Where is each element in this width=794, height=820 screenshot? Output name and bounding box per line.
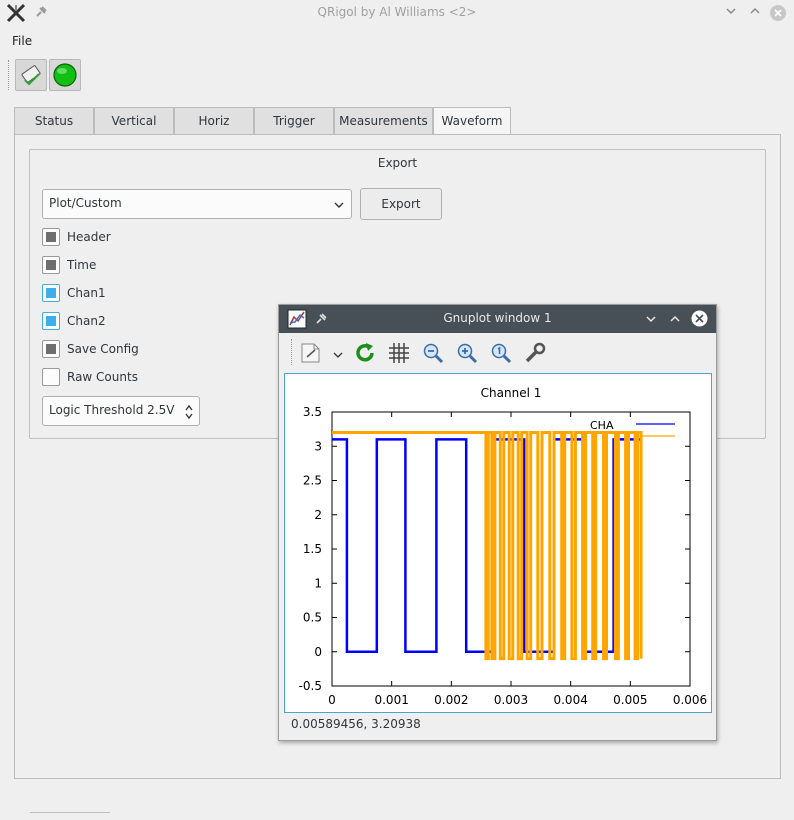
spin-arrows-icon[interactable] (184, 403, 194, 424)
gnuplot-titlebar[interactable]: Gnuplot window 1 (279, 305, 716, 333)
maximize-button[interactable] (746, 4, 764, 22)
y-tick-label: 0 (314, 645, 322, 659)
zoom-out-icon[interactable] (421, 341, 445, 368)
gnuplot-plot-area[interactable]: Channel 1 -0.5 0 0.5 1 1.5 2 2.5 3 3.5 0 0.001 0.002… (284, 373, 712, 713)
toolbar-handle[interactable] (291, 339, 294, 365)
gnuplot-toolbar (279, 333, 716, 373)
eraser-icon (21, 65, 41, 86)
export-format-value: Plot/Custom (49, 196, 122, 210)
export-group-title: Export (377, 156, 418, 170)
status-led-button[interactable] (49, 59, 81, 91)
gnuplot-close-button[interactable] (690, 309, 709, 331)
tab-horiz[interactable]: Horiz (174, 107, 254, 134)
settings-wrench-icon[interactable] (523, 341, 547, 368)
main-toolbar (0, 58, 794, 94)
x-tick-label: 0.006 (673, 693, 707, 707)
save-config-checkbox[interactable] (42, 340, 60, 358)
time-checkbox-label: Time (67, 258, 97, 272)
raw-counts-checkbox-label: Raw Counts (67, 370, 138, 384)
gnuplot-window[interactable]: Gnuplot window 1 Channel 1 -0.5 0 0.5 1 … (278, 304, 717, 741)
y-tick-label: 1.5 (303, 542, 322, 556)
chan2-checkbox[interactable] (42, 312, 60, 330)
x-tick-label: 0.004 (553, 693, 587, 707)
bottom-edge-fragment (30, 812, 110, 820)
y-tick-label: 2.5 (303, 474, 322, 488)
x-tick-label: 0 (328, 693, 336, 707)
window-title: QRigol by Al Williams <2> (317, 5, 477, 19)
minimize-button[interactable] (722, 4, 740, 22)
connect-button[interactable] (15, 59, 47, 91)
channel-chart: Channel 1 -0.5 0 0.5 1 1.5 2 2.5 3 3.5 0 0.001 0.002… (299, 386, 708, 707)
gnuplot-minimize-button[interactable] (645, 313, 657, 328)
logic-threshold-spinbox[interactable]: Logic Threshold 2.5V (42, 396, 200, 426)
gnuplot-status-coords: 0.00589456, 3.20938 (291, 717, 421, 731)
time-checkbox[interactable] (42, 256, 60, 274)
x-tick-label: 0.002 (434, 693, 468, 707)
y-tick-label: 3.5 (303, 405, 322, 419)
replot-icon[interactable] (353, 341, 377, 368)
raw-counts-checkbox[interactable] (42, 368, 60, 386)
series-line-1 (332, 431, 643, 661)
save-config-checkbox-label: Save Config (67, 342, 139, 356)
grid-icon[interactable] (387, 341, 411, 368)
menu-file[interactable]: File (12, 34, 32, 48)
legend-label-0: CHA (590, 419, 614, 432)
x-tick-label: 0.001 (374, 693, 408, 707)
export-button[interactable]: Export (360, 188, 442, 220)
menubar: File (0, 30, 794, 52)
chart-title: Channel 1 (481, 386, 542, 400)
green-led-icon (53, 63, 77, 87)
y-tick-label: 2 (314, 508, 322, 522)
chan1-checkbox-label: Chan1 (67, 286, 106, 300)
y-tick-label: 0.5 (303, 611, 322, 625)
tab-vertical[interactable]: Vertical (94, 107, 174, 134)
x-tick-label: 0.003 (494, 693, 528, 707)
y-tick-label: -0.5 (299, 679, 322, 693)
export-menu-icon[interactable] (299, 341, 325, 368)
chevron-down-icon (333, 199, 345, 213)
zoom-in-icon[interactable] (455, 341, 479, 368)
y-tick-label: 3 (314, 439, 322, 453)
chan2-checkbox-label: Chan2 (67, 314, 106, 328)
tab-status[interactable]: Status (14, 107, 94, 134)
logic-threshold-value: Logic Threshold 2.5V (49, 403, 175, 417)
y-tick-label: 1 (314, 576, 322, 590)
window-titlebar[interactable]: QRigol by Al Williams <2> (0, 0, 794, 26)
chan1-checkbox[interactable] (42, 284, 60, 302)
toolbar-handle[interactable] (8, 60, 11, 90)
chevron-down-icon[interactable] (333, 349, 343, 363)
tab-trigger[interactable]: Trigger (254, 107, 334, 134)
zoom-original-icon[interactable] (489, 341, 513, 368)
header-checkbox[interactable] (42, 228, 60, 246)
tab-measurements[interactable]: Measurements (334, 107, 433, 134)
close-button[interactable] (769, 4, 787, 22)
export-format-combo[interactable]: Plot/Custom (42, 189, 352, 219)
header-checkbox-label: Header (67, 230, 111, 244)
x-tick-label: 0.005 (613, 693, 647, 707)
gnuplot-maximize-button[interactable] (669, 313, 681, 328)
tab-waveform[interactable]: Waveform (433, 107, 511, 135)
